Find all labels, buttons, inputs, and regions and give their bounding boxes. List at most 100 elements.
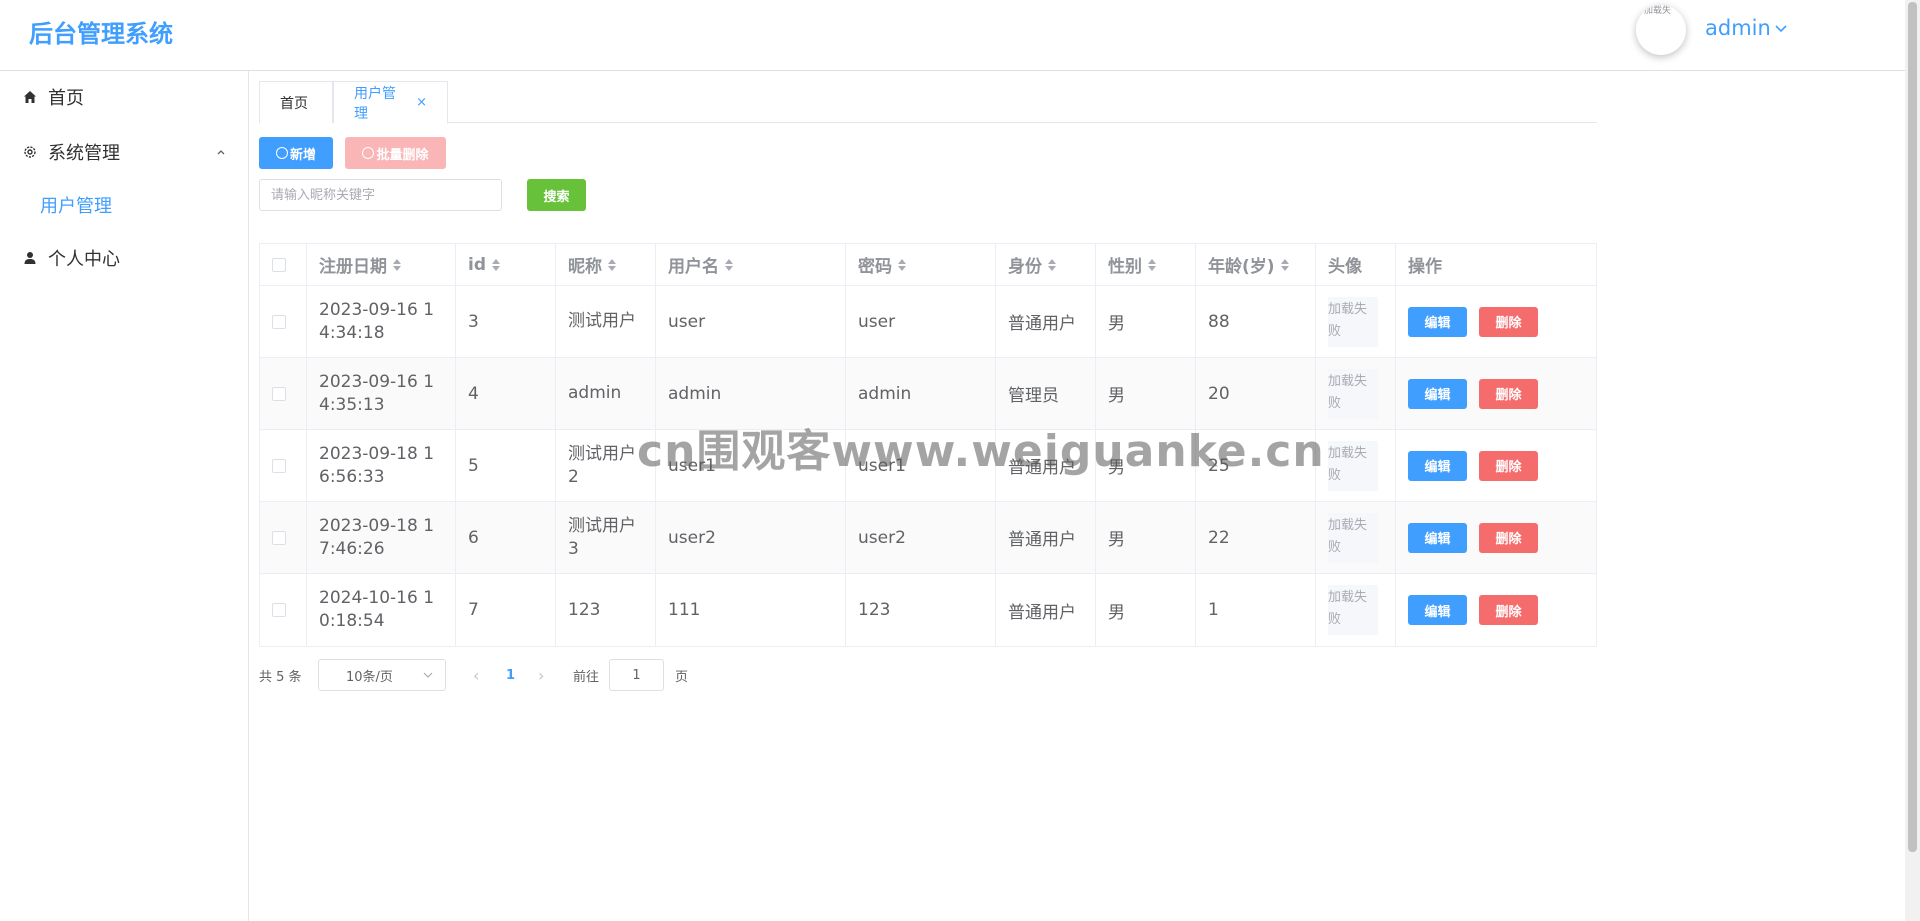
cell-date: 2023-09-16 14:34:18: [307, 286, 456, 357]
sort-icon[interactable]: [1280, 258, 1289, 271]
row-checkbox[interactable]: [272, 386, 286, 401]
cell-password: user2: [846, 502, 996, 573]
cell-password: 123: [846, 574, 996, 646]
app-logo-title: 后台管理系统: [29, 20, 173, 48]
column-header-age[interactable]: 年龄(岁): [1196, 244, 1316, 285]
header-select-cell: [260, 244, 307, 285]
scrollbar-thumb[interactable]: [1908, 2, 1917, 852]
cell-id: 7: [456, 574, 556, 646]
delete-button[interactable]: 删除: [1479, 522, 1538, 553]
chevron-up-icon: [217, 150, 225, 155]
goto-page-input[interactable]: 1: [609, 659, 664, 691]
sort-icon[interactable]: [1148, 258, 1156, 271]
column-header-username[interactable]: 用户名: [656, 244, 846, 285]
page-size-select[interactable]: 10条/页: [318, 659, 446, 691]
cell-id: 4: [456, 358, 556, 429]
avatar-image-failed: 加载失败: [1328, 440, 1378, 491]
next-page-button[interactable]: ›: [538, 659, 544, 691]
cell-date: 2024-10-16 10:18:54: [307, 574, 456, 646]
table-header: 注册日期 id 昵称 用户名 密码 身份 性别 年龄(岁) 头像 操作: [260, 244, 1596, 286]
select-all-checkbox[interactable]: [272, 257, 286, 272]
tab-bar: 首页 用户管理 ×: [259, 81, 1597, 124]
column-header-date[interactable]: 注册日期: [307, 244, 456, 285]
column-header-password[interactable]: 密码: [846, 244, 996, 285]
user-menu-name[interactable]: admin: [1705, 16, 1771, 40]
cell-nickname: 测试用户: [556, 286, 656, 357]
avatar-image-failed: 加载失败: [1328, 512, 1378, 563]
sidebar-item-home[interactable]: 首页: [0, 71, 248, 123]
search-button[interactable]: 搜索: [527, 179, 586, 211]
gear-icon: [24, 146, 36, 158]
avatar-image-failed: 加载失败: [1328, 296, 1378, 347]
page-scrollbar[interactable]: [1905, 0, 1920, 921]
sort-icon[interactable]: [492, 258, 500, 271]
goto-unit: 页: [675, 669, 689, 685]
cell-role: 普通用户: [996, 574, 1096, 646]
add-button[interactable]: 新增: [259, 137, 333, 169]
goto-label: 前往: [573, 669, 600, 685]
avatar-alt-text: 加载失: [1644, 6, 1672, 16]
sort-icon[interactable]: [608, 258, 616, 271]
column-header-id[interactable]: id: [456, 244, 556, 285]
cell-actions: 编辑 删除: [1396, 574, 1596, 646]
cell-age: 22: [1196, 502, 1316, 573]
edit-button[interactable]: 编辑: [1408, 450, 1467, 481]
user-avatar[interactable]: 加载失: [1636, 5, 1686, 55]
column-header-gender[interactable]: 性别: [1096, 244, 1196, 285]
column-header-role[interactable]: 身份: [996, 244, 1096, 285]
edit-button[interactable]: 编辑: [1408, 306, 1467, 337]
cell-actions: 编辑 删除: [1396, 358, 1596, 429]
cell-gender: 男: [1096, 574, 1196, 646]
column-header-actions: 操作: [1408, 257, 1442, 277]
delete-button[interactable]: 删除: [1479, 306, 1538, 337]
edit-button[interactable]: 编辑: [1408, 522, 1467, 553]
cell-date: 2023-09-16 14:35:13: [307, 358, 456, 429]
tab-user-management[interactable]: 用户管理 ×: [333, 81, 448, 124]
chevron-down-icon[interactable]: [1773, 20, 1789, 36]
delete-button[interactable]: 删除: [1479, 595, 1538, 625]
batch-delete-label: 批量删除: [376, 147, 429, 163]
avatar-image-failed: 加载失败: [1328, 585, 1378, 635]
delete-button[interactable]: 删除: [1479, 450, 1538, 481]
edit-button[interactable]: 编辑: [1408, 378, 1467, 409]
add-button-label: 新增: [289, 147, 316, 163]
sidebar-item-profile[interactable]: 个人中心: [0, 232, 248, 284]
sidebar-item-label: 系统管理: [48, 143, 120, 164]
batch-delete-button[interactable]: 批量删除: [345, 137, 446, 169]
row-checkbox[interactable]: [272, 603, 286, 617]
delete-button[interactable]: 删除: [1479, 378, 1538, 409]
row-checkbox[interactable]: [272, 530, 286, 545]
prev-page-button[interactable]: ‹: [473, 659, 479, 691]
page-number-current[interactable]: 1: [506, 659, 515, 691]
cell-username: user2: [656, 502, 846, 573]
tab-home[interactable]: 首页: [259, 81, 333, 123]
pagination-total: 共 5 条: [259, 669, 302, 685]
sort-icon[interactable]: [1048, 258, 1056, 271]
sidebar-item-user-management[interactable]: 用户管理: [0, 179, 248, 231]
cell-nickname: 测试用户3: [556, 502, 656, 573]
search-input[interactable]: [259, 179, 502, 211]
edit-button[interactable]: 编辑: [1408, 595, 1467, 625]
sort-icon[interactable]: [898, 258, 906, 271]
cell-id: 6: [456, 502, 556, 573]
row-checkbox[interactable]: [272, 314, 286, 329]
home-icon: [24, 91, 36, 103]
user-icon: [24, 252, 36, 264]
cell-date: 2023-09-18 16:56:33: [307, 430, 456, 501]
cell-actions: 编辑 删除: [1396, 502, 1596, 573]
table-row: 2023-09-16 14:34:18 3 测试用户 user user 普通用…: [260, 286, 1596, 358]
pagination: 共 5 条 10条/页 ‹ 1 › 前往 1 页: [259, 659, 759, 691]
sort-icon[interactable]: [725, 258, 733, 271]
minus-circle-icon: [362, 147, 375, 159]
column-header-avatar: 头像: [1316, 244, 1396, 285]
sidebar-item-system[interactable]: 系统管理: [0, 126, 248, 178]
cell-actions: 编辑 删除: [1396, 286, 1596, 357]
close-icon[interactable]: ×: [416, 95, 427, 110]
table-row: 2023-09-18 17:46:26 6 测试用户3 user2 user2 …: [260, 502, 1596, 574]
sort-icon[interactable]: [393, 258, 401, 271]
cell-username: user: [656, 286, 846, 357]
tab-label: 首页: [280, 95, 308, 112]
cell-actions: 编辑 删除: [1396, 430, 1596, 501]
column-header-nickname[interactable]: 昵称: [556, 244, 656, 285]
row-checkbox[interactable]: [272, 458, 286, 473]
